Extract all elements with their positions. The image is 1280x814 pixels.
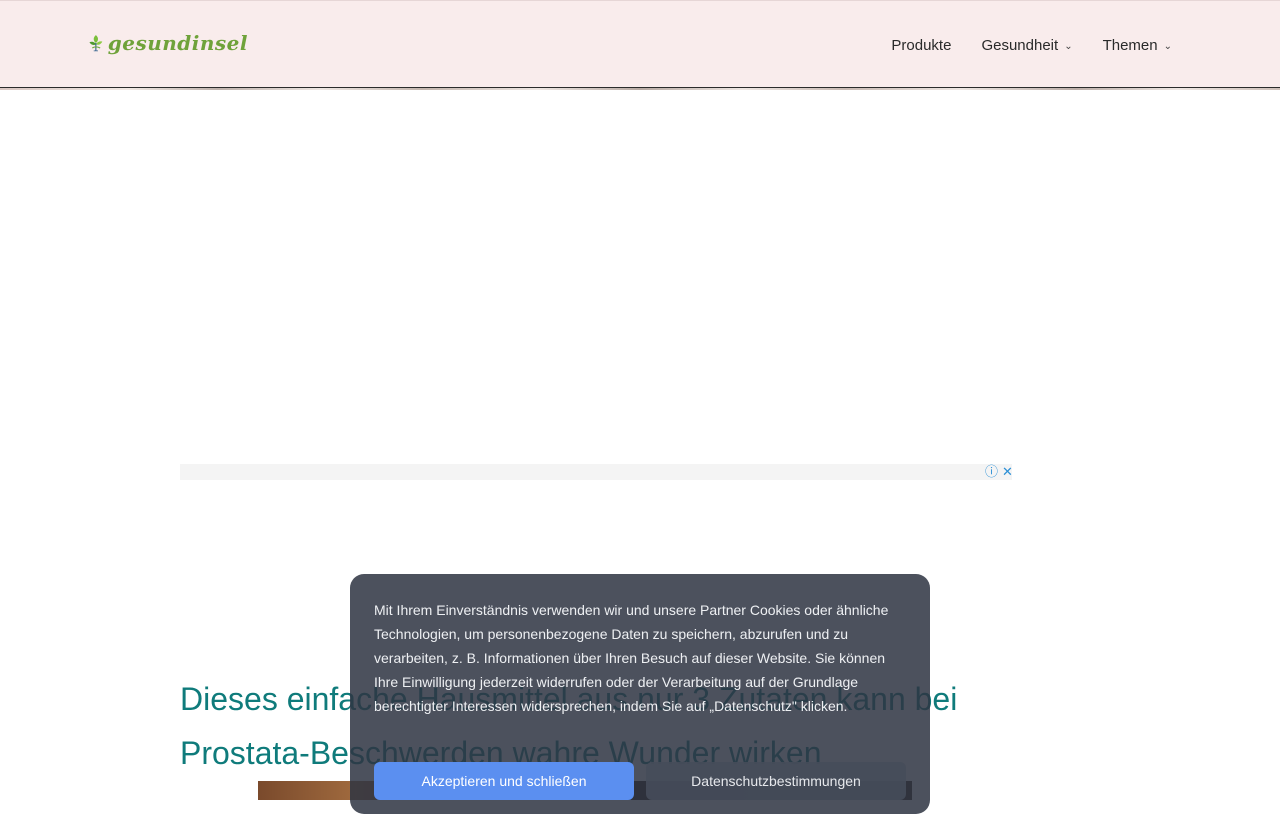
cookie-consent-text: Mit Ihrem Einverständnis verwenden wir u… [374,602,889,714]
site-header: gesundinsel Produkte Gesundheit ⌄ Themen… [0,0,1280,88]
main-nav: Produkte Gesundheit ⌄ Themen ⌄ [891,1,1172,89]
cookie-consent-dialog: Mit Ihrem Einverständnis verwenden wir u… [350,574,930,814]
chevron-down-icon: ⌄ [1163,40,1172,52]
cookie-button-row: Akzeptieren und schließen Datenschutzbes… [374,762,906,800]
logo-wordmark: gesundinsel [107,31,248,55]
leaf-figure-icon [89,35,103,52]
nav-item-themen[interactable]: Themen ⌄ [1103,37,1172,54]
ad-placeholder [180,464,1012,480]
nav-item-label: Themen [1102,36,1158,54]
ad-close-icon[interactable]: ✕ [1002,465,1013,479]
nav-item-label: Produkte [891,36,952,54]
accept-cookies-button[interactable]: Akzeptieren und schließen [374,762,634,800]
nav-item-gesundheit[interactable]: Gesundheit ⌄ [981,37,1072,54]
ad-controls: ⓘ ✕ [985,465,1013,479]
privacy-policy-button[interactable]: Datenschutzbestimmungen [646,762,906,800]
header-image-strip [0,88,1280,90]
ad-info-icon[interactable]: ⓘ [985,465,998,479]
nav-item-produkte[interactable]: Produkte [891,37,951,54]
nav-item-label: Gesundheit [981,36,1059,54]
site-logo[interactable]: gesundinsel [88,15,248,71]
chevron-down-icon: ⌄ [1064,40,1073,52]
